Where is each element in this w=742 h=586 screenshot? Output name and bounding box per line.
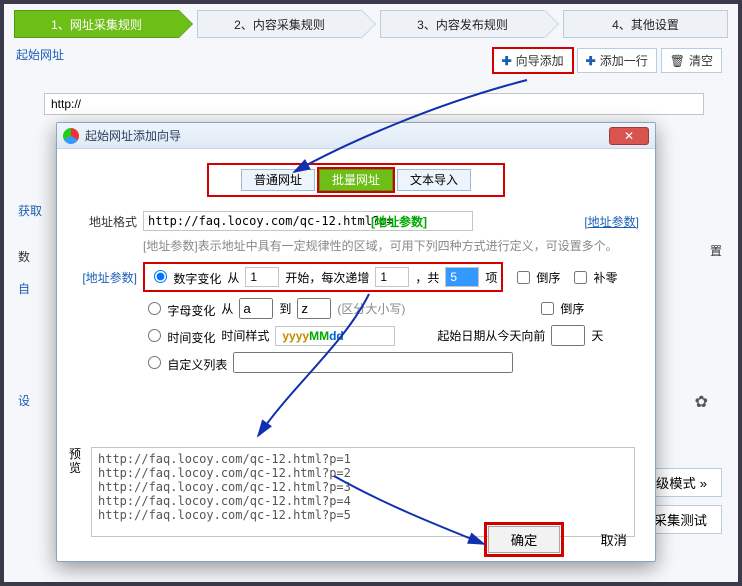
- start-url-input[interactable]: [44, 93, 704, 115]
- clear-button[interactable]: 🗑清空: [661, 48, 722, 73]
- format-param-link[interactable]: [地址参数]: [584, 213, 639, 230]
- tab-normal-url[interactable]: 普通网址: [241, 169, 315, 191]
- trash-icon: 🗑: [670, 54, 685, 68]
- custom-list-input[interactable]: [233, 352, 513, 373]
- preview-label: 预览: [69, 447, 83, 475]
- step-3[interactable]: 3、内容发布规则: [380, 10, 545, 38]
- alpha-from-input[interactable]: [239, 298, 273, 319]
- wizard-add-button[interactable]: ✚向导添加: [493, 48, 573, 73]
- num-step-input[interactable]: [375, 267, 409, 287]
- format-input[interactable]: [143, 211, 473, 231]
- pad-checkbox[interactable]: 补零: [570, 268, 617, 287]
- plus-icon: ✚: [586, 54, 596, 68]
- background-left-labels: 获取 数 自 设: [18, 200, 42, 412]
- radio-alpha[interactable]: 字母变化: [143, 299, 215, 319]
- step-4[interactable]: 4、其他设置: [563, 10, 728, 38]
- time-days-input[interactable]: [551, 325, 585, 346]
- dialog-titlebar: 起始网址添加向导 ✕: [57, 123, 655, 149]
- bg-right-label: 置: [710, 242, 722, 259]
- add-row-button[interactable]: ✚添加一行: [577, 48, 657, 73]
- radio-numeric[interactable]: 数字变化: [149, 267, 221, 287]
- radio-custom[interactable]: 自定义列表: [143, 353, 227, 373]
- step-2[interactable]: 2、内容采集规则: [197, 10, 362, 38]
- tab-batch-url[interactable]: 批量网址: [319, 169, 393, 191]
- wizard-dialog: 起始网址添加向导 ✕ 普通网址 批量网址 文本导入 地址格式 [地址参数] [地…: [56, 122, 656, 562]
- alpha-to-input[interactable]: [297, 298, 331, 319]
- dialog-tabs: 普通网址 批量网址 文本导入: [207, 163, 505, 197]
- time-format-input[interactable]: yyyyMMdd: [275, 326, 395, 346]
- toolbar: ✚向导添加 ✚添加一行 🗑清空: [493, 48, 722, 73]
- cancel-button[interactable]: 取消: [590, 526, 637, 553]
- gear-icon[interactable]: ✿: [695, 392, 708, 412]
- plus-icon: ✚: [502, 54, 512, 68]
- num-from-input[interactable]: [245, 267, 279, 287]
- reverse-checkbox[interactable]: 倒序: [513, 268, 560, 287]
- format-label: 地址格式: [73, 213, 137, 230]
- tab-text-import[interactable]: 文本导入: [397, 169, 471, 191]
- step-1[interactable]: 1、网址采集规则: [14, 10, 179, 38]
- dialog-title: 起始网址添加向导: [85, 127, 609, 144]
- app-icon: [63, 128, 79, 144]
- preview-box: http://faq.locoy.com/qc-12.html?p=1 http…: [91, 447, 635, 537]
- radio-time[interactable]: 时间变化: [143, 326, 215, 346]
- wizard-steps: 1、网址采集规则 2、内容采集规则 3、内容发布规则 4、其他设置: [14, 10, 728, 38]
- ok-button[interactable]: 确定: [488, 526, 561, 553]
- param-label: [地址参数]: [73, 269, 137, 286]
- numeric-param-group: 数字变化 从 开始，每次递增 ，共 项: [143, 262, 503, 292]
- close-icon[interactable]: ✕: [609, 127, 649, 145]
- format-hint: [地址参数]表示地址中具有一定规律性的区域，可用下列四种方式进行定义，可设置多个…: [143, 237, 639, 254]
- num-count-input[interactable]: [445, 267, 479, 287]
- alpha-reverse-checkbox[interactable]: 倒序: [537, 299, 584, 318]
